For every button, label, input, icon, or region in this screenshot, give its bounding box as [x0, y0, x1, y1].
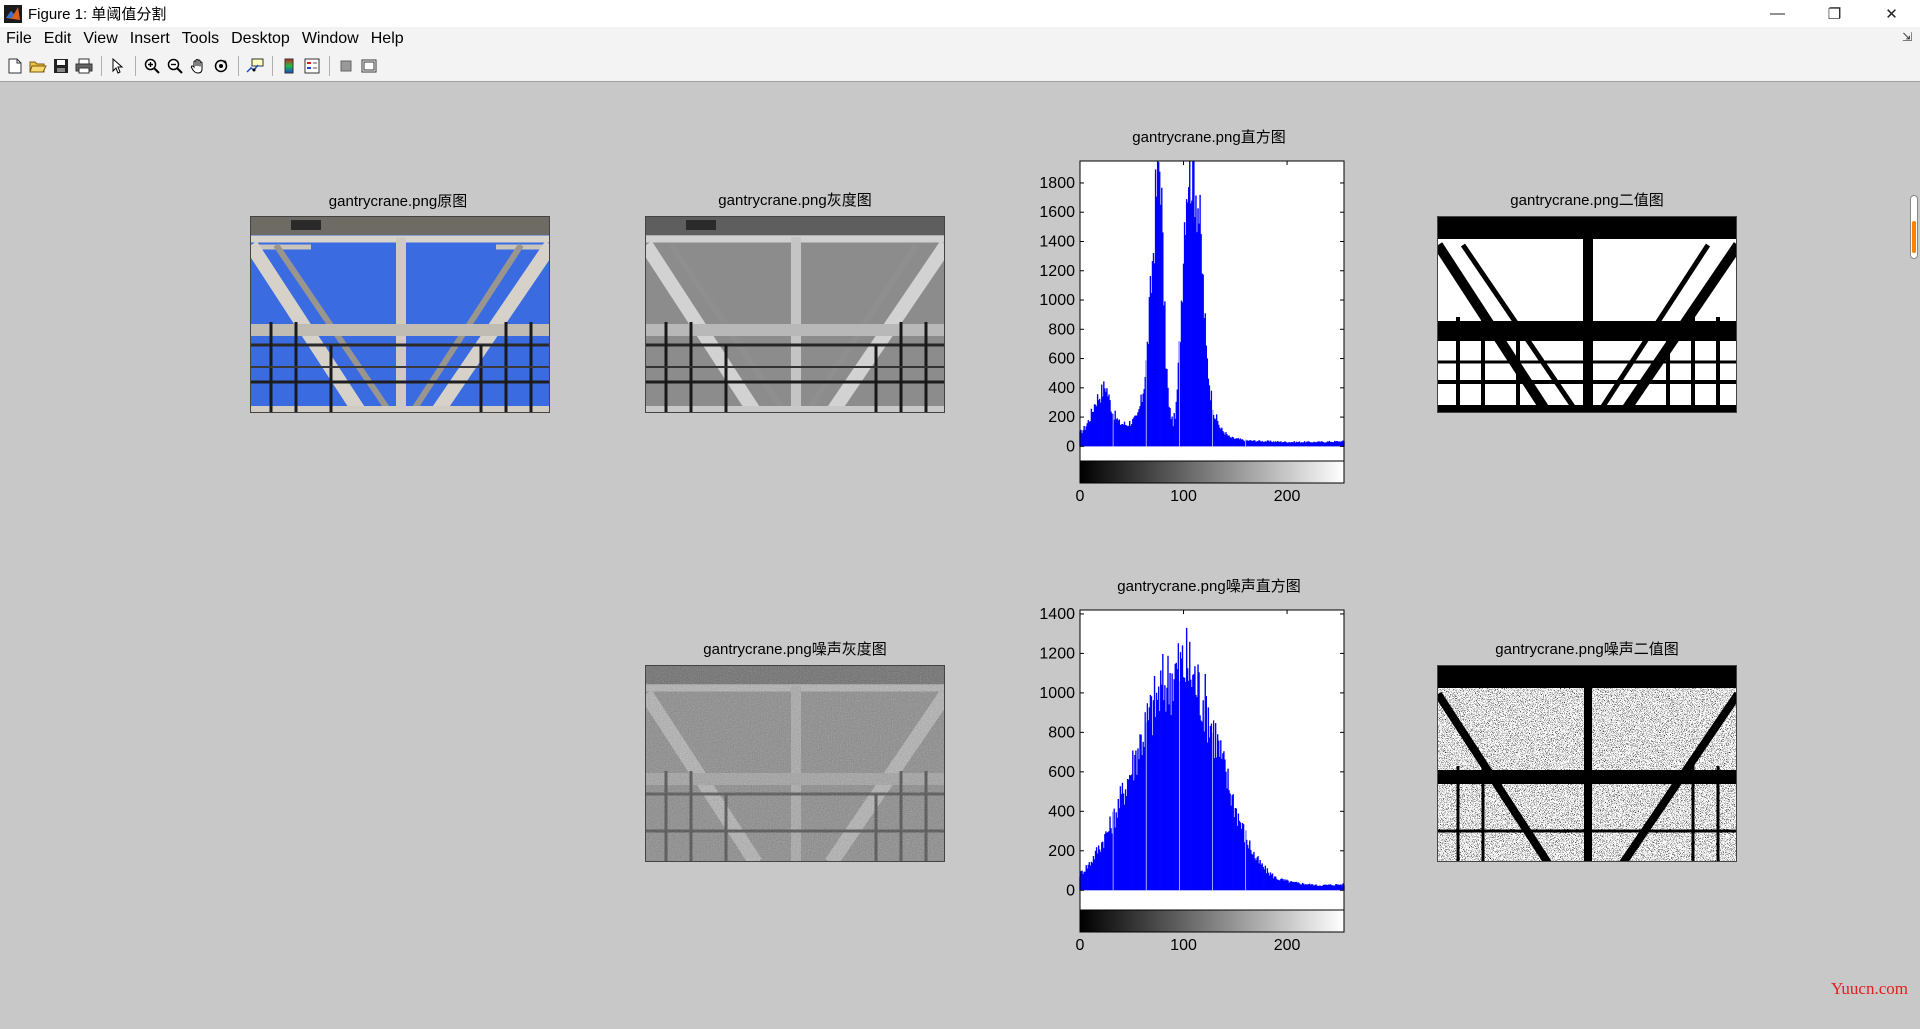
menu-tools[interactable]: Tools: [176, 30, 225, 48]
pointer-icon[interactable]: [107, 55, 129, 77]
noise-binary-image: [1437, 665, 1737, 862]
menu-help[interactable]: Help: [365, 30, 410, 48]
y-tick-label: 800: [1048, 321, 1075, 338]
menu-window[interactable]: Window: [296, 30, 365, 48]
y-tick-label: 0: [1066, 438, 1075, 455]
legend-icon[interactable]: [301, 55, 323, 77]
menu-bar: File Edit View Insert Tools Desktop Wind…: [0, 27, 1920, 50]
toolbar-separator: [135, 55, 136, 76]
open-icon[interactable]: [27, 55, 49, 77]
scrollbar-accent: [1912, 221, 1916, 253]
show-tools-icon[interactable]: [358, 55, 380, 77]
x-tick-label: 100: [1170, 488, 1197, 505]
hide-tools-icon[interactable]: [335, 55, 357, 77]
original-image: [250, 216, 550, 413]
gray-title: gantrycrane.png灰度图: [718, 192, 872, 209]
y-tick-label: 600: [1048, 351, 1075, 368]
y-tick-label: 1600: [1039, 204, 1075, 221]
zoom-out-icon[interactable]: [164, 55, 186, 77]
y-tick-label: 0: [1066, 882, 1075, 899]
gray-colorbar: [1079, 909, 1345, 933]
gray-colorbar: [1079, 460, 1345, 484]
y-tick-label: 1400: [1039, 606, 1075, 623]
x-tick-label: 0: [1076, 937, 1085, 954]
noise-gray-image: [645, 665, 945, 862]
pan-icon[interactable]: [187, 55, 209, 77]
window-title: Figure 1: 单阈值分割: [28, 6, 167, 23]
toolbar-separator: [329, 55, 330, 76]
menu-insert[interactable]: Insert: [124, 30, 176, 48]
colorbar-icon[interactable]: [278, 55, 300, 77]
y-tick-label: 200: [1048, 843, 1075, 860]
y-tick-label: 400: [1048, 380, 1075, 397]
histogram-chart: 0 200 400 600 800 1000 1200 1400 1600 1800 0 100 200: [1039, 160, 1345, 505]
title-bar: Figure 1: 单阈值分割 — ❐ ✕: [0, 0, 1920, 27]
y-tick-label: 800: [1048, 724, 1075, 741]
noise-binary-title: gantrycrane.png噪声二值图: [1495, 641, 1679, 658]
menu-desktop[interactable]: Desktop: [225, 30, 296, 48]
y-tick-label: 1000: [1039, 292, 1075, 309]
restore-button[interactable]: ❐: [1806, 0, 1863, 27]
menu-edit[interactable]: Edit: [38, 30, 78, 48]
save-icon[interactable]: [50, 55, 72, 77]
y-tick-label: 400: [1048, 803, 1075, 820]
y-tick-label: 1000: [1039, 685, 1075, 702]
x-tick-label: 0: [1076, 488, 1085, 505]
minimize-button[interactable]: —: [1749, 0, 1806, 27]
x-tick-label: 200: [1274, 488, 1301, 505]
x-tick-label: 200: [1274, 937, 1301, 954]
toolbar-separator: [238, 55, 239, 76]
y-tick-label: 1400: [1039, 233, 1075, 250]
rotate-icon[interactable]: [210, 55, 232, 77]
data-cursor-icon[interactable]: [244, 55, 266, 77]
y-tick-label: 1200: [1039, 645, 1075, 662]
matlab-logo-icon: [4, 4, 22, 23]
print-icon[interactable]: [73, 55, 95, 77]
menu-view[interactable]: View: [77, 30, 123, 48]
toolbar-separator: [272, 55, 273, 76]
y-tick-label: 600: [1048, 764, 1075, 781]
y-tick-label: 200: [1048, 409, 1075, 426]
figure-toolbar: [0, 50, 1920, 82]
menu-file[interactable]: File: [0, 30, 38, 48]
x-tick-label: 100: [1170, 937, 1197, 954]
binary-title: gantrycrane.png二值图: [1510, 192, 1664, 209]
gray-image: [645, 216, 945, 413]
noise-histogram-chart: 0 200 400 600 800 1000 1200 1400 0 100 200: [1039, 606, 1345, 954]
noise-gray-title: gantrycrane.png噪声灰度图: [703, 641, 887, 658]
window-controls: — ❐ ✕: [1749, 0, 1920, 27]
hist-title: gantrycrane.png直方图: [1132, 129, 1286, 146]
watermark: Yuucn.com: [1831, 979, 1908, 998]
close-button[interactable]: ✕: [1863, 0, 1920, 27]
zoom-in-icon[interactable]: [141, 55, 163, 77]
toolbar-separator: [101, 55, 102, 76]
new-icon[interactable]: [4, 55, 26, 77]
original-title: gantrycrane.png原图: [328, 193, 468, 210]
dock-figure-icon[interactable]: ⇲: [1902, 30, 1912, 44]
figure-canvas: gantrycrane.png原图 gantrycrane.png灰度图 gan…: [0, 83, 1920, 1029]
y-tick-label: 1200: [1039, 263, 1075, 280]
y-tick-label: 1800: [1039, 175, 1075, 192]
binary-image: [1437, 216, 1737, 413]
noise-hist-title: gantrycrane.png噪声直方图: [1117, 578, 1301, 595]
